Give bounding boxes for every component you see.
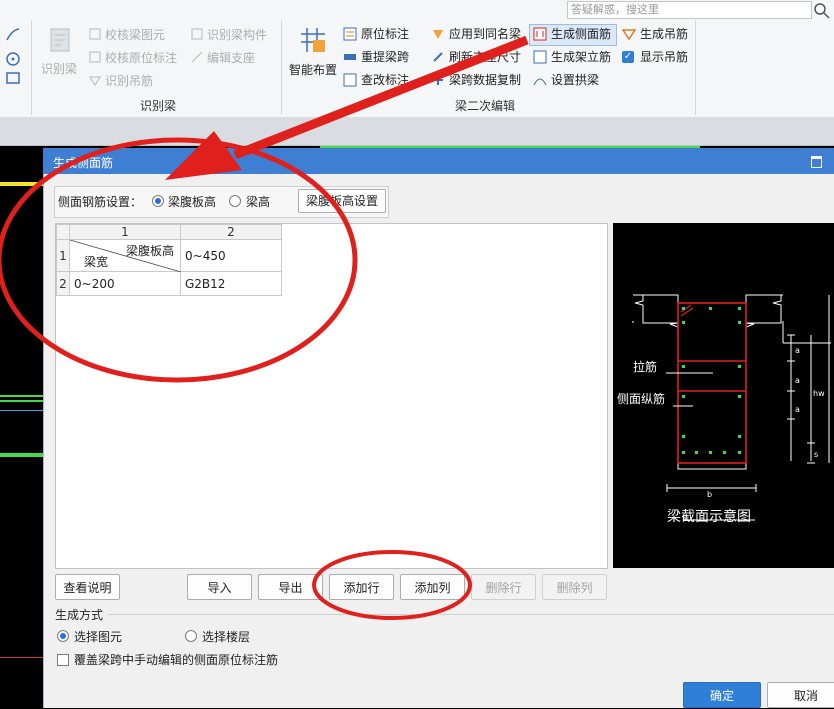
- red-annotations: [0, 35, 529, 620]
- red-arrow-shaft: [233, 35, 529, 160]
- red-ellipse-buttons: [312, 550, 472, 620]
